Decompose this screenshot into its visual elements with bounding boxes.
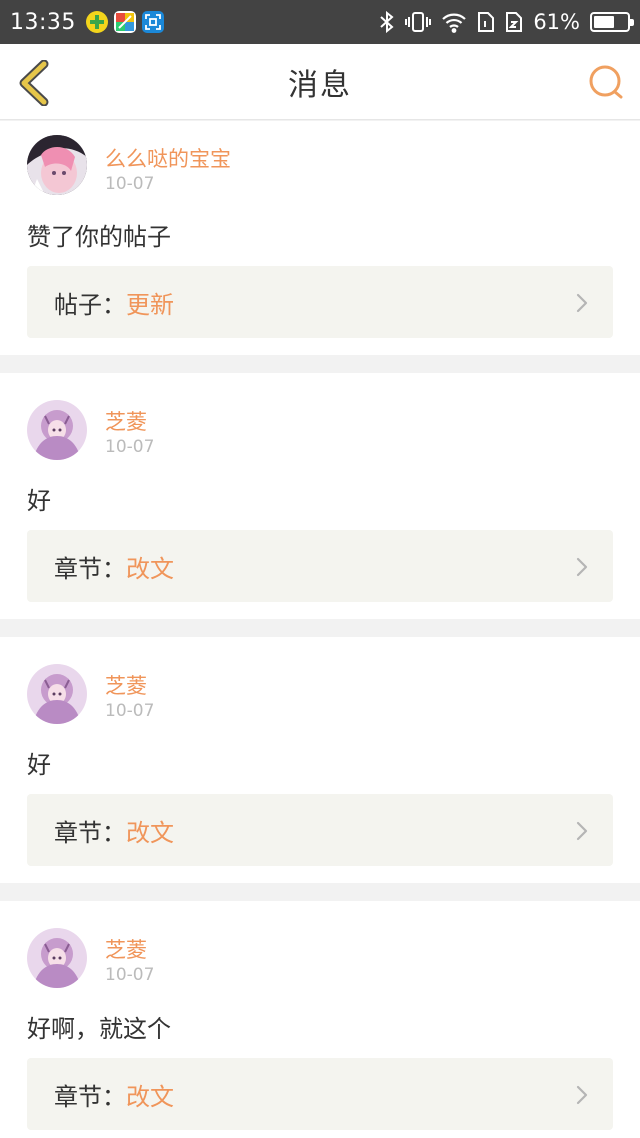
message-card: 芝菱 10-07 好 章节： 改文 [0,373,640,619]
search-button[interactable] [586,62,626,102]
reference-title: 改文 [126,1082,174,1111]
vibrate-icon [405,11,432,33]
message-content: 好啊，就这个 [27,1015,171,1043]
message-card: 么么哒的宝宝 10-07 赞了你的帖子 帖子： 更新 [0,121,640,355]
wifi-icon [441,11,467,33]
back-button[interactable] [14,58,54,108]
nav-bar: 消息 [0,44,640,120]
divider [0,883,640,901]
divider [0,355,640,373]
post-reference[interactable]: 帖子： 更新 [27,266,613,338]
battery-level-fill [594,16,614,28]
reference-label: 章节： [54,554,126,583]
chevron-right-icon [576,557,588,577]
avatar[interactable] [27,664,87,724]
message-card: 芝菱 10-07 好啊，就这个 章节： 改文 [0,901,640,1138]
user-name[interactable]: 芝菱 [105,670,147,700]
avatar[interactable] [27,135,87,195]
reference-label: 帖子： [54,290,126,319]
reference-title: 更新 [126,290,174,319]
message-card: 芝菱 10-07 好 章节： 改文 [0,637,640,883]
search-icon [589,65,623,99]
battery-percent: 61% [533,10,580,34]
chevron-right-icon [576,293,588,313]
app-colorful-icon [113,11,136,33]
chevron-left-icon [19,60,49,106]
chevron-right-icon [576,821,588,841]
user-name[interactable]: 芝菱 [105,406,147,436]
status-app-icons [85,11,164,33]
chapter-reference[interactable]: 章节： 改文 [27,794,613,866]
user-name[interactable]: 么么哒的宝宝 [105,143,231,173]
sim1-icon [477,11,495,33]
bluetooth-icon [379,11,395,33]
user-name[interactable]: 芝菱 [105,934,147,964]
chapter-reference[interactable]: 章节： 改文 [27,530,613,602]
chapter-reference[interactable]: 章节： 改文 [27,1058,613,1130]
message-content: 好 [27,487,51,515]
chevron-right-icon [576,1085,588,1105]
message-date: 10-07 [105,174,155,194]
message-date: 10-07 [105,437,155,457]
reference-title: 改文 [126,554,174,583]
battery-icon [590,12,634,32]
reference-title: 改文 [126,818,174,847]
app-green-icon [85,11,108,33]
avatar[interactable] [27,400,87,460]
sim2-icon [505,11,523,33]
message-date: 10-07 [105,965,155,985]
message-list: 么么哒的宝宝 10-07 赞了你的帖子 帖子： 更新 芝菱 10-07 好 章节 [0,121,640,1138]
divider [0,619,640,637]
reference-label: 章节： [54,818,126,847]
status-bar: 13:35 61% [0,0,640,44]
message-content: 好 [27,751,51,779]
reference-label: 章节： [54,1082,126,1111]
status-indicators: 61% [379,10,634,34]
message-content: 赞了你的帖子 [27,223,171,251]
status-time: 13:35 [10,9,76,35]
app-scan-icon [141,11,164,33]
page-title: 消息 [288,67,352,103]
message-date: 10-07 [105,701,155,721]
avatar[interactable] [27,928,87,988]
